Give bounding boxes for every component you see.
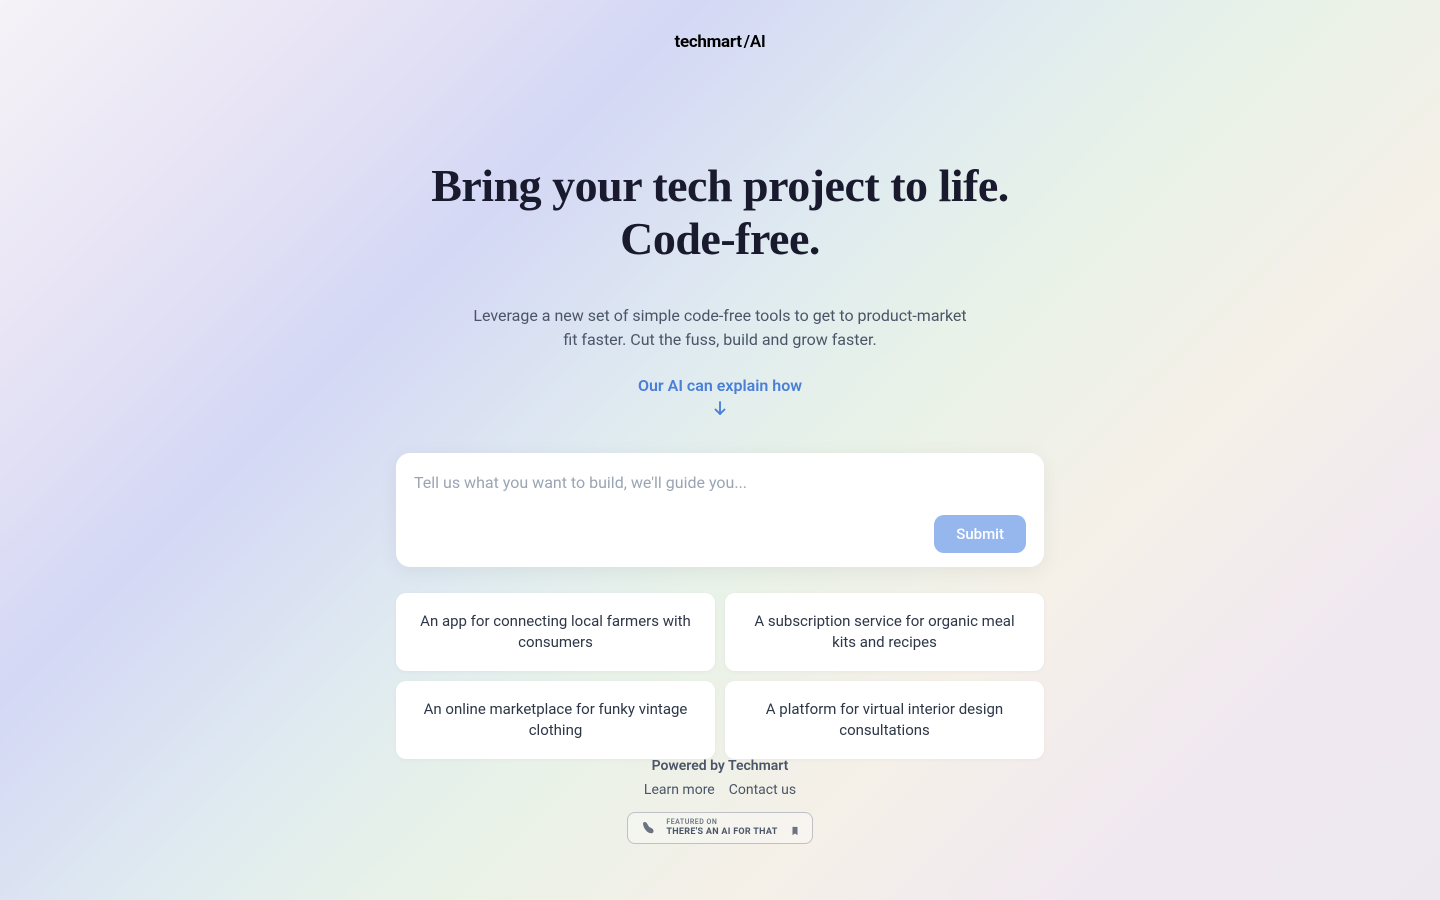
- prompt-input[interactable]: [414, 473, 1026, 497]
- cta-text: Our AI can explain how: [638, 376, 802, 395]
- bookmark-icon: [790, 821, 800, 835]
- suggestion-card[interactable]: An app for connecting local farmers with…: [396, 593, 715, 671]
- contact-us-link[interactable]: Contact us: [729, 782, 796, 798]
- badge-text: FEATURED ON THERE'S AN AI FOR THAT: [666, 819, 777, 837]
- badge-main-text: THERE'S AN AI FOR THAT: [666, 828, 777, 837]
- badge-small-text: FEATURED ON: [666, 819, 777, 826]
- arrow-down-icon: [711, 399, 729, 417]
- headline-line2: Code-free.: [620, 213, 820, 264]
- prompt-input-card: Submit: [396, 453, 1044, 567]
- suggestion-card[interactable]: A platform for virtual interior design c…: [725, 681, 1044, 759]
- suggestion-card[interactable]: An online marketplace for funky vintage …: [396, 681, 715, 759]
- featured-badge[interactable]: FEATURED ON THERE'S AN AI FOR THAT: [627, 812, 812, 844]
- logo-suffix: /AI: [744, 32, 766, 52]
- main-content: Bring your tech project to life. Code-fr…: [0, 160, 1440, 759]
- subheadline: Leverage a new set of simple code-free t…: [470, 304, 970, 352]
- powered-by-text: Powered by Techmart: [652, 758, 789, 774]
- footer: Powered by Techmart Learn more Contact u…: [0, 758, 1440, 844]
- suggestion-card[interactable]: A subscription service for organic meal …: [725, 593, 1044, 671]
- suggestions-grid: An app for connecting local farmers with…: [396, 593, 1044, 759]
- logo-main: techmart: [675, 32, 742, 52]
- submit-button[interactable]: Submit: [934, 515, 1026, 553]
- footer-links: Learn more Contact us: [644, 782, 796, 798]
- headline-line1: Bring your tech project to life.: [431, 160, 1009, 211]
- logo[interactable]: techmart/AI: [675, 32, 766, 52]
- headline: Bring your tech project to life. Code-fr…: [431, 160, 1009, 266]
- input-footer: Submit: [414, 515, 1026, 553]
- learn-more-link[interactable]: Learn more: [644, 782, 715, 798]
- flex-arm-icon: [640, 819, 658, 837]
